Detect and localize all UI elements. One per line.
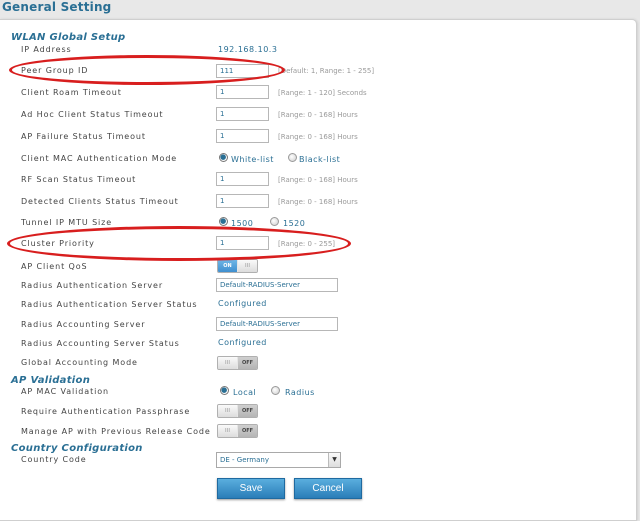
rf-scan-timeout-input[interactable]: 1 bbox=[216, 172, 269, 186]
require-passphrase-label: Require Authentication Passphrase bbox=[21, 407, 191, 416]
cluster-priority-hint: [Range: 0 - 255] bbox=[278, 240, 336, 248]
manage-prev-release-toggle[interactable]: III OFF bbox=[217, 424, 258, 438]
toggle-off-text: OFF bbox=[238, 425, 257, 437]
manage-prev-release-label: Manage AP with Previous Release Code bbox=[21, 427, 211, 436]
radius-auth-status-value: Configured bbox=[218, 299, 267, 308]
radius-auth-server-input[interactable]: Default-RADIUS-Server bbox=[216, 278, 338, 292]
white-list-label[interactable]: White-list bbox=[231, 155, 274, 164]
adhoc-timeout-hint: [Range: 0 - 168] Hours bbox=[278, 111, 358, 119]
peer-group-id-label: Peer Group ID bbox=[21, 66, 89, 75]
client-roam-timeout-label: Client Roam Timeout bbox=[21, 88, 122, 97]
chevron-down-icon[interactable]: ▼ bbox=[328, 453, 340, 467]
country-code-label: Country Code bbox=[21, 455, 87, 464]
peer-group-id-hint: [Default: 1, Range: 1 - 255] bbox=[278, 67, 375, 75]
rf-scan-timeout-label: RF Scan Status Timeout bbox=[21, 175, 137, 184]
require-passphrase-toggle[interactable]: III OFF bbox=[217, 404, 258, 418]
adhoc-timeout-label: Ad Hoc Client Status Timeout bbox=[21, 110, 164, 119]
local-radio[interactable] bbox=[220, 386, 229, 395]
peer-group-id-input[interactable]: 111 bbox=[216, 64, 269, 78]
client-roam-timeout-input[interactable]: 1 bbox=[216, 85, 269, 99]
global-accounting-toggle[interactable]: III OFF bbox=[217, 356, 258, 370]
ap-failure-timeout-label: AP Failure Status Timeout bbox=[21, 132, 146, 141]
white-list-radio[interactable] bbox=[219, 153, 228, 162]
cluster-priority-input[interactable]: 1 bbox=[216, 236, 269, 250]
save-button[interactable]: Save bbox=[217, 478, 285, 499]
ap-mac-validation-label: AP MAC Validation bbox=[21, 387, 110, 396]
toggle-on-text: III bbox=[218, 357, 237, 369]
mtu-1520-label[interactable]: 1520 bbox=[283, 219, 305, 228]
mtu-1520-radio[interactable] bbox=[270, 217, 279, 226]
radius-acct-server-label: Radius Accounting Server bbox=[21, 320, 146, 329]
radius-radio[interactable] bbox=[271, 386, 280, 395]
toggle-off-text: OFF bbox=[238, 357, 257, 369]
ap-client-qos-toggle[interactable]: ON III bbox=[217, 259, 258, 273]
ap-failure-timeout-input[interactable]: 1 bbox=[216, 129, 269, 143]
black-list-label[interactable]: Black-list bbox=[299, 155, 340, 164]
toggle-on-text: ON bbox=[218, 260, 237, 272]
toggle-off-text: OFF bbox=[238, 405, 257, 417]
black-list-radio[interactable] bbox=[288, 153, 297, 162]
cancel-button[interactable]: Cancel bbox=[294, 478, 362, 499]
ap-client-qos-label: AP Client QoS bbox=[21, 262, 88, 271]
section-wlan-global-setup: WLAN Global Setup bbox=[11, 32, 126, 43]
mtu-1500-radio[interactable] bbox=[219, 217, 228, 226]
detected-clients-timeout-label: Detected Clients Status Timeout bbox=[21, 197, 179, 206]
detected-clients-timeout-hint: [Range: 0 - 168] Hours bbox=[278, 198, 358, 206]
toggle-off-text: III bbox=[238, 260, 257, 272]
ip-address-label: IP Address bbox=[21, 45, 72, 54]
rf-scan-timeout-hint: [Range: 0 - 168] Hours bbox=[278, 176, 358, 184]
radius-acct-server-input[interactable]: Default-RADIUS-Server bbox=[216, 317, 338, 331]
ap-failure-timeout-hint: [Range: 0 - 168] Hours bbox=[278, 133, 358, 141]
mtu-1500-label[interactable]: 1500 bbox=[231, 219, 253, 228]
radius-acct-status-value: Configured bbox=[218, 338, 267, 347]
radius-label[interactable]: Radius bbox=[285, 388, 315, 397]
tunnel-mtu-label: Tunnel IP MTU Size bbox=[21, 218, 113, 227]
adhoc-timeout-input[interactable]: 1 bbox=[216, 107, 269, 121]
client-roam-timeout-hint: [Range: 1 - 120] Seconds bbox=[278, 89, 367, 97]
section-country-configuration: Country Configuration bbox=[11, 443, 143, 454]
global-accounting-label: Global Accounting Mode bbox=[21, 358, 138, 367]
country-code-select[interactable]: DE - Germany ▼ bbox=[216, 452, 341, 468]
radius-auth-server-label: Radius Authentication Server bbox=[21, 281, 164, 290]
radius-auth-status-label: Radius Authentication Server Status bbox=[21, 300, 198, 309]
section-ap-validation: AP Validation bbox=[11, 375, 91, 386]
mac-auth-mode-label: Client MAC Authentication Mode bbox=[21, 154, 178, 163]
local-label[interactable]: Local bbox=[233, 388, 256, 397]
toggle-on-text: III bbox=[218, 425, 237, 437]
toggle-on-text: III bbox=[218, 405, 237, 417]
country-code-value: DE - Germany bbox=[220, 456, 269, 464]
radius-acct-status-label: Radius Accounting Server Status bbox=[21, 339, 180, 348]
cluster-priority-label: Cluster Priority bbox=[21, 239, 95, 248]
ip-address-value: 192.168.10.3 bbox=[218, 45, 278, 54]
page-title: General Setting bbox=[2, 0, 112, 14]
detected-clients-timeout-input[interactable]: 1 bbox=[216, 194, 269, 208]
